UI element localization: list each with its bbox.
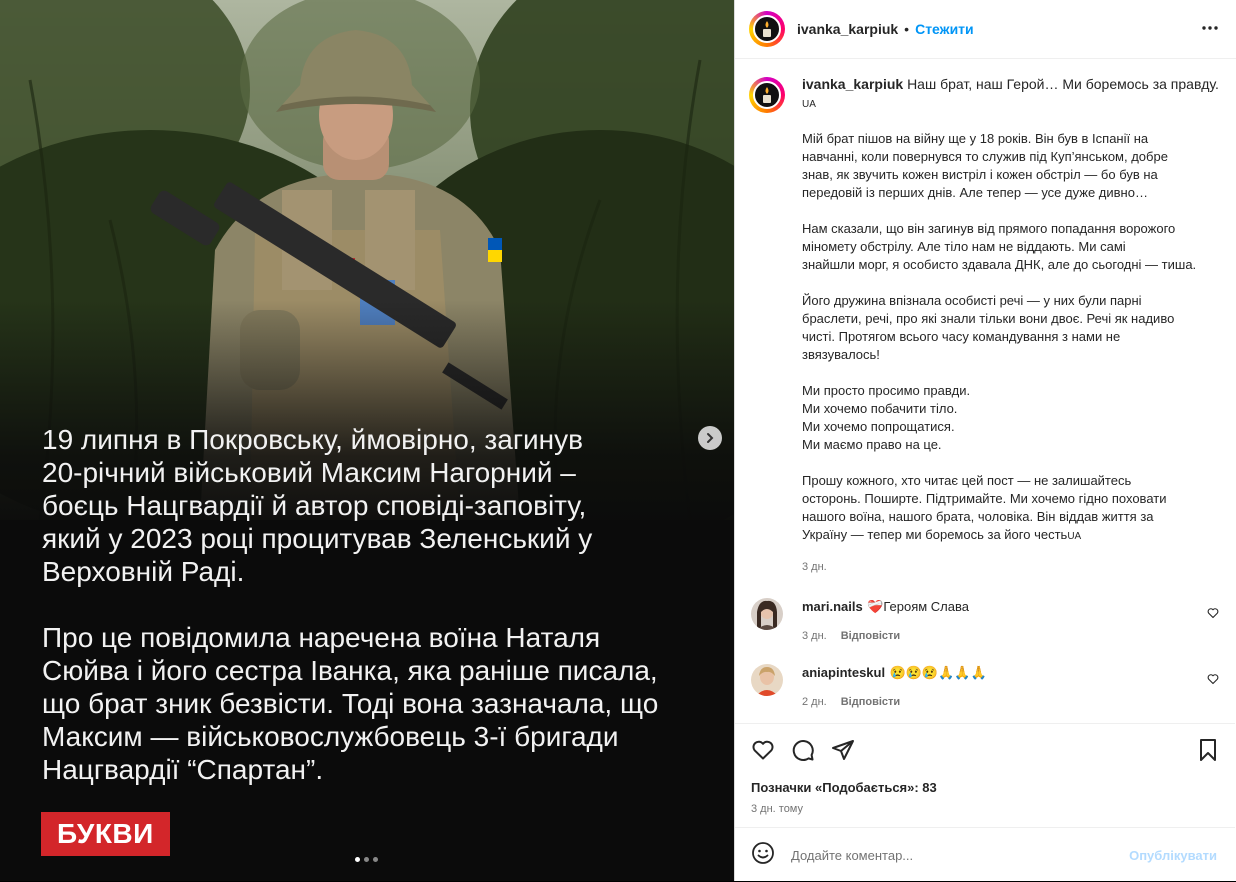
comment-like-button[interactable] [1207, 672, 1219, 690]
comment-item: aniapinteskul 😢😢😢🙏🙏🙏 2 дн. Відповісти [735, 664, 1235, 723]
heart-icon [1207, 608, 1219, 619]
candle-icon [763, 21, 771, 37]
chevron-right-icon [707, 433, 714, 443]
caption-paragraph-5: Прошу кожного, хто читає цей пост — не з… [802, 473, 1167, 542]
caption-avatar[interactable] [749, 77, 785, 113]
user-photo-icon [751, 598, 783, 630]
send-icon [832, 740, 854, 760]
reply-button[interactable]: Відповісти [841, 696, 900, 708]
caption-body: Мій брат пішов на війну ще у 18 років. В… [802, 130, 1222, 546]
comment-username[interactable]: aniapinteskul [802, 665, 885, 680]
heart-icon [752, 740, 774, 760]
likes-count[interactable]: Позначки «Подобається»: 83 [735, 780, 1235, 795]
like-button[interactable] [751, 738, 775, 767]
emoji-button[interactable] [751, 841, 775, 870]
save-button[interactable] [1197, 738, 1219, 767]
smiley-icon [752, 841, 774, 864]
share-button[interactable] [831, 738, 855, 767]
caption-flag-ua: UA [802, 99, 816, 110]
comment-composer: Опублікувати [735, 827, 1235, 882]
overlay-text-paragraph-2: Про це повідомила наречена воїна Наталя … [42, 622, 659, 785]
comment-time: 3 дн. [802, 630, 827, 642]
heart-icon [1207, 674, 1219, 685]
post-actions: Позначки «Подобається»: 83 3 дн. тому [735, 723, 1235, 815]
caption-first-line: Наш брат, наш Герой… Ми боремось за прав… [907, 76, 1219, 92]
follow-button[interactable]: Стежити [915, 21, 974, 37]
overlay-text-paragraph-1: 19 липня в Покровську, ймовірно, загинув… [42, 424, 593, 587]
comment-text: ❤️‍🩹Героям Слава [867, 599, 969, 614]
comment-like-button[interactable] [1207, 606, 1219, 624]
reply-button[interactable]: Відповісти [841, 630, 900, 642]
caption-paragraph-2: Нам сказали, що він загинув від прямого … [802, 221, 1197, 272]
carousel-dot-3[interactable] [373, 857, 378, 862]
user-photo-icon [751, 664, 783, 696]
caption-paragraph-4: Ми просто просимо правди. Ми хочемо поба… [802, 383, 971, 452]
comment-button[interactable] [791, 738, 815, 767]
carousel-dots [355, 857, 378, 862]
comments-scroll-area[interactable]: ivanka_karpiuk Наш брат, наш Герой… Ми б… [735, 59, 1235, 723]
comment-time: 2 дн. [802, 696, 827, 708]
header-username[interactable]: ivanka_karpiuk [797, 21, 898, 37]
post-sidebar: ivanka_karpiuk • Стежити ivanka_karpiuk [734, 0, 1236, 881]
comment-meta: 2 дн. Відповісти [802, 696, 1235, 708]
more-options-button[interactable] [1200, 18, 1220, 43]
comment-text: 😢😢😢🙏🙏🙏 [889, 665, 987, 680]
more-horizontal-icon [1202, 26, 1218, 30]
caption-paragraph-1: Мій брат пішов на війну ще у 18 років. В… [802, 131, 1168, 200]
candle-icon [763, 87, 771, 103]
post-caption: ivanka_karpiuk Наш брат, наш Герой… Ми б… [735, 59, 1235, 576]
carousel-dot-2[interactable] [364, 857, 369, 862]
caption-paragraph-3: Його дружина впізнала особисті речі — у … [802, 293, 1175, 362]
caption-last-flag-ua: UA [1067, 531, 1082, 542]
avatar[interactable] [749, 11, 785, 47]
comment-avatar[interactable] [751, 664, 783, 696]
header-separator: • [904, 21, 910, 37]
comment-username[interactable]: mari.nails [802, 599, 863, 614]
brand-logo: БУКВИ [41, 812, 170, 856]
publish-button[interactable]: Опублікувати [1129, 848, 1217, 863]
caption-username[interactable]: ivanka_karpiuk [802, 76, 903, 92]
caption-header-line: ivanka_karpiuk Наш брат, наш Герой… Ми б… [802, 75, 1222, 114]
comment-avatar[interactable] [751, 598, 783, 630]
comment-meta: 3 дн. Відповісти [802, 630, 1235, 642]
next-slide-button[interactable] [698, 426, 722, 450]
bookmark-icon [1200, 739, 1216, 761]
comment-input[interactable] [789, 846, 1113, 864]
comment-item: mari.nails ❤️‍🩹Героям Слава 3 дн. Відпові… [735, 598, 1235, 664]
carousel-dot-1[interactable] [355, 857, 360, 862]
post-age: 3 дн. тому [751, 803, 803, 815]
comment-icon [792, 740, 814, 761]
caption-time: 3 дн. [802, 561, 827, 573]
post-header: ivanka_karpiuk • Стежити [735, 0, 1236, 59]
post-media: 19 липня в Покровську, ймовірно, загинув… [0, 0, 734, 881]
